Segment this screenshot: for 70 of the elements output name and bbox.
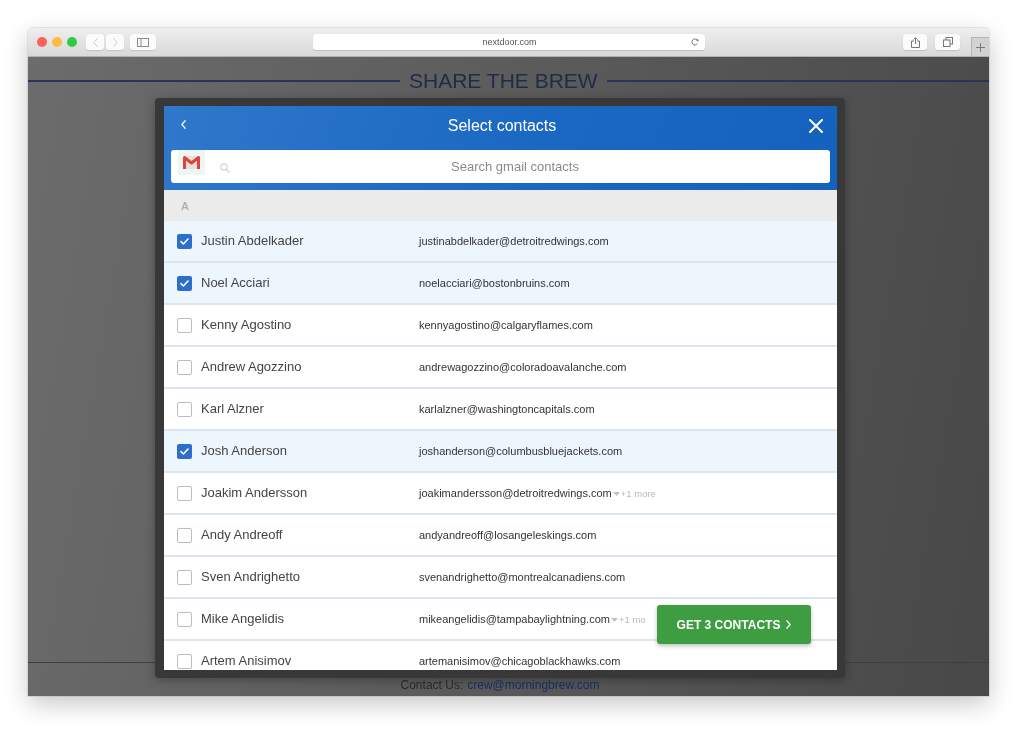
checkbox[interactable] bbox=[177, 527, 192, 543]
contact-email: kennyagostino@calgaryflames.com bbox=[419, 319, 593, 331]
contact-email: mikeangelidis@tampabaylightning.com bbox=[419, 613, 610, 625]
contact-row[interactable]: Justin Abdelkader justinabdelkader@detroitredwings.com bbox=[164, 221, 837, 263]
checkbox[interactable] bbox=[177, 485, 192, 501]
contact-email: joshanderson@columbusbluejackets.com bbox=[419, 445, 623, 457]
contact-name: Noel Acciari bbox=[201, 274, 271, 290]
checkbox[interactable] bbox=[177, 611, 192, 627]
close-window-icon[interactable] bbox=[37, 37, 47, 47]
caret-down-icon[interactable] bbox=[610, 618, 618, 622]
zoom-window-icon[interactable] bbox=[67, 37, 77, 47]
mail-logo-icon bbox=[178, 150, 205, 175]
plus-icon bbox=[976, 42, 985, 52]
checkbox[interactable] bbox=[177, 359, 192, 375]
contact-name: Sven Andrighetto bbox=[201, 568, 302, 584]
modal-back-button[interactable] bbox=[178, 117, 189, 132]
contact-email: svenandrighetto@montrealcanadiens.com bbox=[419, 571, 626, 583]
contact-name: Josh Anderson bbox=[201, 442, 288, 458]
contact-name: Andy Andreoff bbox=[201, 526, 284, 542]
contact-name: Kenny Agostino bbox=[201, 316, 293, 332]
check-icon bbox=[180, 447, 189, 455]
chevron-right-icon bbox=[786, 620, 792, 629]
close-button[interactable] bbox=[806, 116, 826, 136]
contact-name: Karl Alzner bbox=[201, 400, 265, 416]
chevron-right-icon bbox=[112, 37, 118, 47]
search-field[interactable]: Search gmail contacts bbox=[171, 150, 830, 183]
checkbox[interactable] bbox=[177, 569, 192, 585]
contact-row[interactable]: Noel Acciari noelacciari@bostonbruins.com bbox=[164, 263, 837, 305]
checkbox[interactable] bbox=[177, 653, 192, 669]
contact-name: Joakim Andersson bbox=[201, 484, 309, 500]
contact-email: noelacciari@bostonbruins.com bbox=[419, 277, 570, 289]
checkbox[interactable] bbox=[177, 275, 192, 291]
tabs-icon bbox=[942, 37, 953, 47]
check-icon bbox=[180, 237, 189, 245]
sidebar-button[interactable] bbox=[130, 34, 156, 50]
contact-row[interactable]: Josh Anderson joshanderson@columbusbluejackets.com bbox=[164, 431, 837, 473]
share-icon bbox=[910, 36, 920, 48]
checkbox[interactable] bbox=[177, 443, 192, 459]
page-title: SHARE THE BREW bbox=[409, 69, 598, 93]
search-input[interactable]: Search gmail contacts bbox=[230, 159, 800, 174]
address-bar[interactable]: nextdoor.com bbox=[312, 34, 705, 50]
contact-email: joakimandersson@detroitredwings.com bbox=[419, 487, 612, 499]
section-header: A bbox=[164, 190, 837, 221]
new-tab-button[interactable] bbox=[971, 37, 989, 56]
forward-button[interactable] bbox=[106, 34, 124, 50]
contact-name: Mike Angelidis bbox=[201, 610, 286, 626]
contact-email: andyandreoff@losangeleskings.com bbox=[419, 529, 597, 541]
contact-email: justinabdelkader@detroitredwings.com bbox=[419, 235, 609, 247]
chevron-left-icon bbox=[181, 120, 186, 129]
sidebar-icon bbox=[137, 37, 149, 47]
chevron-left-icon bbox=[92, 37, 98, 47]
contact-name: Artem Anisimov bbox=[201, 652, 293, 668]
contact-email: karlalzner@washingtoncapitals.com bbox=[419, 403, 595, 415]
back-button[interactable] bbox=[86, 34, 104, 50]
search-icon bbox=[220, 163, 230, 173]
contact-email: artemanisimov@chicagoblackhawks.com bbox=[419, 655, 621, 667]
checkbox[interactable] bbox=[177, 401, 192, 417]
caret-down-icon[interactable] bbox=[612, 492, 620, 496]
tabs-button[interactable] bbox=[935, 34, 960, 50]
contact-name: Andrew Agozzino bbox=[201, 358, 303, 374]
contact-email: andrewagozzino@coloradoavalanche.com bbox=[419, 361, 627, 373]
close-icon bbox=[809, 119, 823, 133]
minimize-window-icon[interactable] bbox=[52, 37, 62, 47]
contact-name: Justin Abdelkader bbox=[201, 232, 305, 248]
share-button[interactable] bbox=[903, 34, 927, 50]
check-icon bbox=[180, 279, 189, 287]
checkbox[interactable] bbox=[177, 233, 192, 249]
reload-icon[interactable] bbox=[690, 38, 699, 46]
checkbox[interactable] bbox=[177, 317, 192, 333]
modal-title: Select contacts bbox=[446, 117, 558, 135]
